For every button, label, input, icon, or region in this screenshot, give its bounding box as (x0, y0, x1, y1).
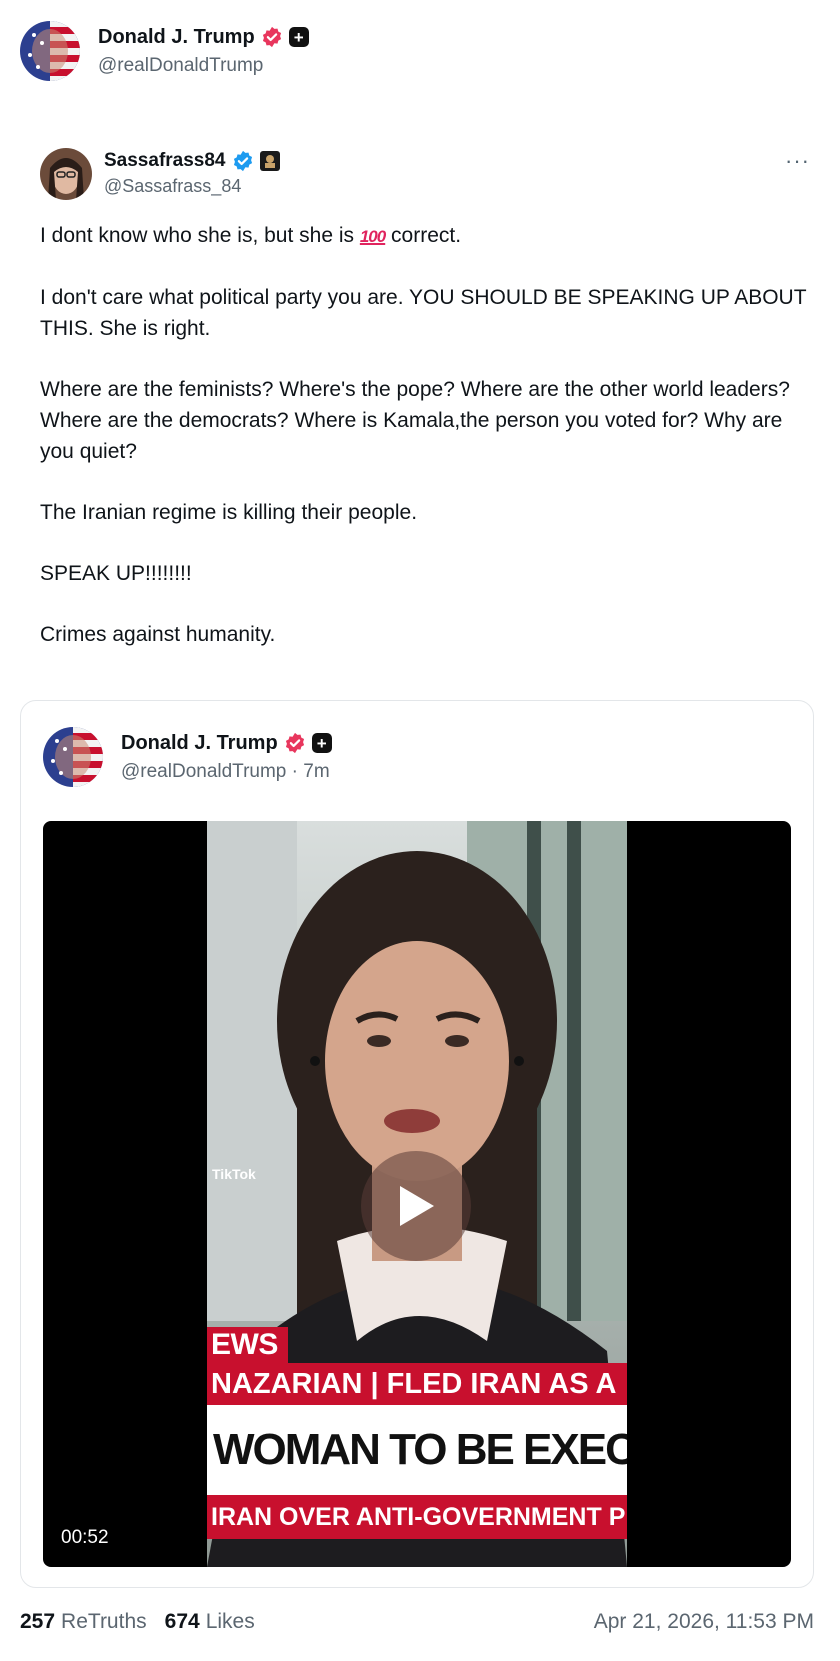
retruth-author-avatar[interactable] (40, 148, 92, 200)
affiliation-plus-icon: + (288, 27, 309, 47)
verified-badge-icon (262, 26, 281, 48)
quoted-post-card[interactable]: Donald J. Trump + @realDonaldTrump · 7m (20, 700, 814, 1588)
verified-badge-icon (233, 150, 252, 172)
post-timestamp[interactable]: Apr 21, 2026, 11:53 PM (594, 1610, 814, 1634)
news-name-line: NAZARIAN | FLED IRAN AS A (207, 1363, 627, 1405)
post-paragraph: Where are the feminists? Where's the pop… (40, 378, 796, 463)
post-paragraph: Crimes against humanity. (40, 623, 276, 646)
affiliation-badge-icon (259, 151, 280, 171)
post-paragraph: The Iranian regime is killing their peop… (40, 501, 418, 524)
hundred-points-icon: 100 (359, 227, 386, 246)
play-button[interactable] (361, 1151, 471, 1261)
post-stats: 257 ReTruths 674 Likes Apr 21, 2026, 11:… (20, 1610, 814, 1634)
news-lower-third: EWS NAZARIAN | FLED IRAN AS A WOMAN TO B… (207, 1327, 627, 1567)
author-avatar[interactable] (20, 21, 80, 81)
post-body: I dont know who she is, but she is 100 c… (40, 220, 810, 650)
retruth-author-name[interactable]: Sassafrass84 (104, 150, 226, 172)
likes-label[interactable]: Likes (206, 1610, 255, 1634)
quoted-author-name[interactable]: Donald J. Trump (121, 732, 278, 755)
post-paragraph: I don't care what political party you ar… (40, 286, 812, 340)
post-header: Donald J. Trump + @realDonaldTrump (20, 20, 309, 82)
retruths-label[interactable]: ReTruths (61, 1610, 147, 1634)
tiktok-watermark: TikTok (212, 1166, 256, 1182)
news-subline: IRAN OVER ANTI-GOVERNMENT PRO (207, 1495, 627, 1539)
quoted-author-handle[interactable]: @realDonaldTrump · 7m (121, 761, 332, 783)
video-duration: 00:52 (61, 1527, 109, 1548)
news-headline: WOMAN TO BE EXECUTED FOR (207, 1405, 627, 1495)
post-paragraph: SPEAK UP!!!!!!!! (40, 562, 192, 585)
news-tag: EWS (207, 1327, 288, 1363)
retruths-count[interactable]: 257 (20, 1610, 55, 1634)
affiliation-plus-icon: + (311, 733, 332, 753)
retruthed-post: Sassafrass84 @Sassafrass_84 ··· I dont k… (40, 148, 810, 680)
quoted-author-avatar[interactable] (43, 727, 103, 787)
video-player[interactable]: TikTok EWS NAZARIAN | FLED IRAN AS A WOM… (43, 821, 791, 1567)
verified-badge-icon (285, 732, 304, 754)
retruth-author-handle[interactable]: @Sassafrass_84 (104, 176, 280, 197)
author-handle[interactable]: @realDonaldTrump (98, 55, 309, 77)
play-icon (400, 1186, 434, 1226)
likes-count[interactable]: 674 (165, 1610, 200, 1634)
more-options-icon[interactable]: ··· (785, 148, 810, 174)
author-name[interactable]: Donald J. Trump (98, 26, 255, 49)
post-paragraph: I dont know who she is, but she is 100 c… (40, 224, 462, 247)
